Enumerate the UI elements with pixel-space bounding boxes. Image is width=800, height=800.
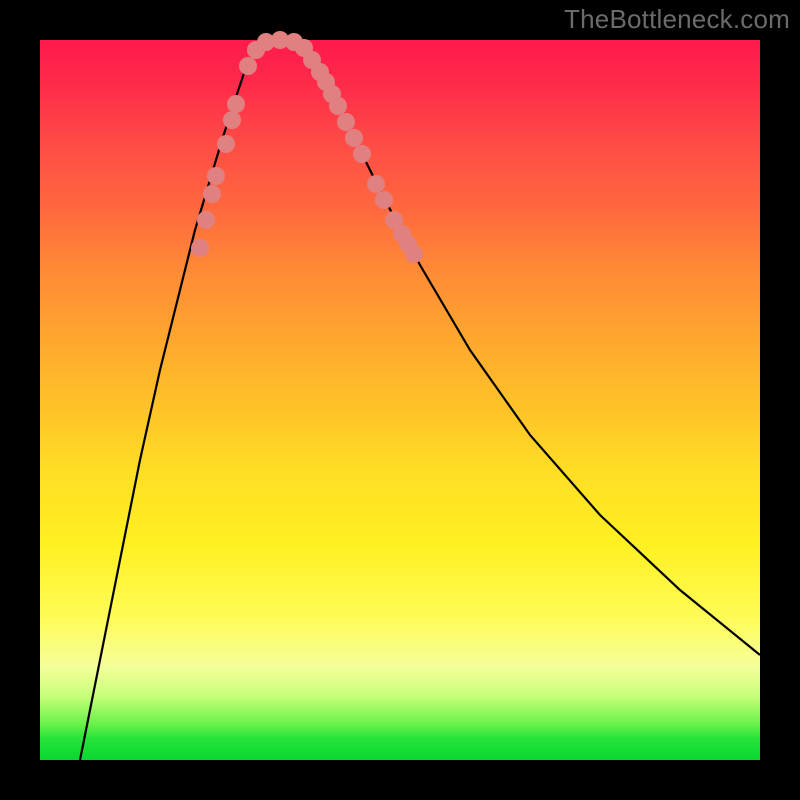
scatter-dot (375, 191, 393, 209)
curve-svg (40, 40, 760, 760)
scatter-dot (367, 175, 385, 193)
scatter-dot (345, 129, 363, 147)
scatter-dot (353, 145, 371, 163)
scatter-dot (329, 97, 347, 115)
bottleneck-curve (80, 40, 760, 760)
plot-area (40, 40, 760, 760)
chart-frame: TheBottleneck.com (0, 0, 800, 800)
scatter-dot (191, 239, 209, 257)
scatter-dot (223, 111, 241, 129)
scatter-dot (405, 245, 423, 263)
scatter-dot (227, 95, 245, 113)
scatter-dot (197, 211, 215, 229)
scatter-dot (239, 57, 257, 75)
scatter-dots (191, 31, 423, 263)
scatter-dot (217, 135, 235, 153)
watermark-text: TheBottleneck.com (564, 4, 790, 35)
scatter-dot (207, 167, 225, 185)
scatter-dot (203, 185, 221, 203)
scatter-dot (337, 113, 355, 131)
